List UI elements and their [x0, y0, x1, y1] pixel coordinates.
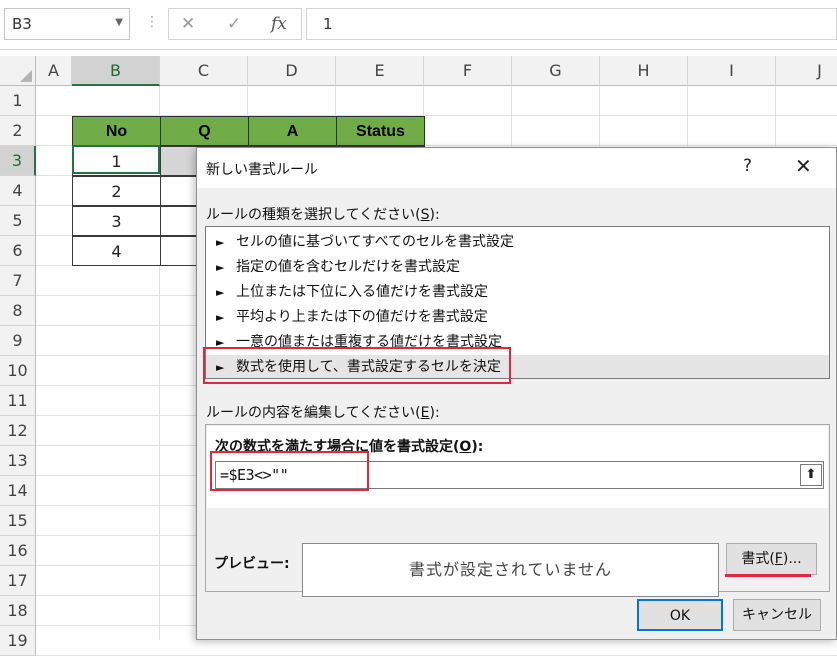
- select-all-triangle-icon: [20, 70, 32, 82]
- row-header-1[interactable]: 1: [0, 86, 36, 116]
- chevron-down-icon[interactable]: ▼: [115, 17, 123, 28]
- row-header-19[interactable]: 19: [0, 626, 36, 656]
- rule-type-label: ルールの種類を選択してください(S):: [206, 204, 440, 224]
- column-header-h[interactable]: H: [600, 56, 688, 86]
- formula-input[interactable]: 1: [306, 8, 837, 40]
- select-all-button[interactable]: [0, 56, 36, 86]
- rule-type-accesskey: S: [420, 207, 430, 223]
- rule-type-item[interactable]: ► セルの値に基づいてすべてのセルを書式設定: [206, 230, 829, 255]
- column-header-g[interactable]: G: [512, 56, 600, 86]
- help-button[interactable]: ?: [743, 156, 752, 176]
- edit-rule-label: ルールの内容を編集してください(E):: [206, 402, 440, 422]
- column-header-f[interactable]: F: [424, 56, 512, 86]
- insert-function-icon[interactable]: fx: [271, 14, 287, 34]
- row-header-3[interactable]: 3: [0, 146, 36, 176]
- format-accesskey: F: [774, 551, 783, 567]
- format-button-text: 書式(: [741, 551, 775, 567]
- triangle-right-icon: ►: [216, 286, 225, 299]
- name-box[interactable]: B3 ▼: [4, 8, 130, 40]
- rule-type-item[interactable]: ► 上位または下位に入る値だけを書式設定: [206, 280, 829, 305]
- highlight-formula: [210, 451, 369, 491]
- row-header-13[interactable]: 13: [0, 446, 36, 476]
- row-header-9[interactable]: 9: [0, 326, 36, 356]
- rule-type-item[interactable]: ► 指定の値を含むセルだけを書式設定: [206, 255, 829, 280]
- formula-value: 1: [323, 15, 333, 33]
- active-cell-outline[interactable]: [72, 145, 160, 174]
- row-header-6[interactable]: 6: [0, 236, 36, 266]
- format-button-tail: )...: [782, 551, 802, 567]
- upload-arrow-icon: ⬆: [805, 467, 817, 482]
- rule-type-item[interactable]: ► 平均より上または下の値だけを書式設定: [206, 305, 829, 330]
- row-header-12[interactable]: 12: [0, 416, 36, 446]
- column-header-c[interactable]: C: [160, 56, 248, 86]
- table-header-cell[interactable]: No: [72, 116, 161, 146]
- rule-type-label: 上位または下位に入る値だけを書式設定: [236, 284, 488, 300]
- triangle-right-icon: ►: [216, 236, 225, 249]
- row-header-17[interactable]: 17: [0, 566, 36, 596]
- row-header-8[interactable]: 8: [0, 296, 36, 326]
- ok-button[interactable]: OK: [637, 599, 723, 631]
- rule-type-label-tail: ):: [429, 207, 440, 223]
- highlight-selected-rule: [203, 347, 511, 384]
- row-header-2[interactable]: 2: [0, 116, 36, 146]
- row-header-14[interactable]: 14: [0, 476, 36, 506]
- column-header-d[interactable]: D: [248, 56, 336, 86]
- formula-label-tail: ):: [471, 439, 484, 455]
- collapse-dialog-button[interactable]: ⬆: [800, 464, 822, 486]
- triangle-right-icon: ►: [216, 311, 225, 324]
- row-header-16[interactable]: 16: [0, 536, 36, 566]
- dialog-titlebar[interactable]: 新しい書式ルール ? ✕: [197, 148, 836, 188]
- row-header-18[interactable]: 18: [0, 596, 36, 626]
- close-button[interactable]: ✕: [795, 154, 812, 178]
- formula-accesskey: O: [459, 439, 472, 455]
- rule-type-label: 指定の値を含むセルだけを書式設定: [236, 259, 460, 275]
- row-header-4[interactable]: 4: [0, 176, 36, 206]
- preview-box: 書式が設定されていません: [302, 543, 719, 597]
- format-button[interactable]: 書式(F)...: [726, 543, 817, 575]
- rule-description-panel: 次の数式を満たす場合に値を書式設定(O): =$E3<>"" ⬆ プレビュー: …: [205, 424, 830, 597]
- column-header-e[interactable]: E: [336, 56, 424, 86]
- dialog-title: 新しい書式ルール: [206, 162, 318, 178]
- enter-icon[interactable]: ✓: [227, 14, 241, 34]
- row-header-5[interactable]: 5: [0, 206, 36, 236]
- drag-handle-icon[interactable]: ⋮: [145, 14, 160, 30]
- new-formatting-rule-dialog: 新しい書式ルール ? ✕ ルールの種類を選択してください(S): ► セルの値に基…: [196, 147, 837, 640]
- formula-actions: ✕ ✓ fx: [168, 8, 302, 40]
- preview-label: プレビュー:: [214, 556, 290, 572]
- column-header-i[interactable]: I: [688, 56, 776, 86]
- name-box-value: B3: [12, 15, 32, 33]
- table-header-cell[interactable]: Status: [336, 116, 425, 146]
- column-header-a[interactable]: A: [36, 56, 72, 86]
- column-header-b[interactable]: B: [72, 56, 160, 86]
- table-header-cell[interactable]: A: [248, 116, 337, 146]
- table-header-cell[interactable]: Q: [160, 116, 249, 146]
- cancel-button[interactable]: キャンセル: [733, 599, 821, 631]
- row-header-7[interactable]: 7: [0, 266, 36, 296]
- cancel-icon[interactable]: ✕: [181, 14, 195, 34]
- row-header-15[interactable]: 15: [0, 506, 36, 536]
- edit-label-tail: ):: [429, 405, 440, 421]
- rule-type-label: 平均より上または下の値だけを書式設定: [236, 309, 488, 325]
- formula-bar: B3 ▼ ⋮ ✕ ✓ fx 1: [0, 0, 837, 50]
- column-header-j[interactable]: J: [776, 56, 837, 86]
- row-header-11[interactable]: 11: [0, 386, 36, 416]
- table-cell-no[interactable]: 4: [72, 236, 161, 266]
- table-cell-no[interactable]: 2: [72, 176, 161, 206]
- edit-label-text: ルールの内容を編集してください(: [206, 405, 421, 421]
- row-header-10[interactable]: 10: [0, 356, 36, 386]
- highlight-format-underline: [725, 574, 811, 577]
- rule-type-label: セルの値に基づいてすべてのセルを書式設定: [236, 234, 515, 250]
- triangle-right-icon: ►: [216, 261, 225, 274]
- rule-type-label-text: ルールの種類を選択してください(: [206, 207, 421, 223]
- table-cell-no[interactable]: 3: [72, 206, 161, 236]
